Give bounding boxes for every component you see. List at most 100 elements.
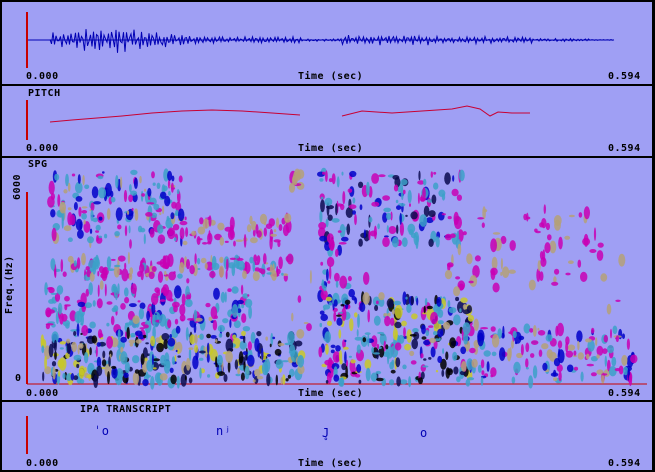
spectrogram-energy-blob	[423, 305, 426, 314]
spectrogram-energy-blob	[403, 327, 406, 337]
spectrogram-energy-blob	[545, 334, 553, 342]
spectrogram-energy-blob	[383, 313, 388, 317]
spectrogram-energy-blob	[175, 325, 181, 334]
spectrogram-energy-blob	[490, 269, 496, 281]
ipa-symbol-3[interactable]: J̥	[322, 427, 330, 439]
spectrogram-energy-blob	[162, 185, 168, 192]
ipa-symbol-2[interactable]: nʲ	[216, 425, 231, 437]
spectrogram-energy-blob	[247, 354, 255, 367]
spectrogram-energy-blob	[481, 370, 485, 375]
spectrogram-energy-blob	[481, 222, 485, 228]
spectrogram-energy-blob	[614, 368, 621, 372]
pitch-panel[interactable]: PITCH 0.000 Time (sec) 0.594	[2, 86, 652, 156]
spectrogram-energy-blob	[246, 224, 252, 233]
spectrogram-energy-blob	[259, 213, 268, 225]
spectrogram-energy-blob	[338, 350, 343, 363]
spectrogram-energy-blob	[199, 333, 204, 340]
spectrogram-energy-blob	[409, 334, 417, 337]
spectrogram-energy-blob	[326, 268, 329, 281]
waveform-time-start: 0.000	[26, 71, 59, 82]
spectrogram-energy-blob	[111, 365, 117, 369]
spectrogram-energy-blob	[433, 171, 437, 175]
spectrogram-energy-blob	[170, 374, 177, 385]
spectrogram-energy-blob	[407, 189, 412, 204]
spectrogram-energy-blob	[219, 236, 225, 246]
spectrogram-energy-blob	[186, 259, 190, 270]
ipa-symbol-1[interactable]: ˈo	[94, 425, 109, 437]
spectrogram-energy-blob	[368, 216, 373, 223]
spectrogram-energy-blob	[97, 175, 104, 180]
spectrogram-energy-blob	[567, 344, 576, 351]
spectrogram-energy-blob	[431, 194, 437, 205]
spectrogram-energy-blob	[249, 215, 253, 225]
spectrogram-energy-blob	[542, 362, 548, 371]
spectrogram-energy-blob	[263, 227, 267, 237]
spectrogram-energy-blob	[319, 310, 325, 315]
spectrogram-energy-blob	[256, 230, 262, 238]
spectrogram-energy-blob	[174, 285, 182, 299]
spectrogram-energy-blob	[218, 333, 223, 338]
spectrogram-panel[interactable]: SPG 6000 Freq.(Hz) 0 0.000 Time (sec) 0.…	[2, 158, 652, 400]
spectrogram-energy-blob	[371, 346, 374, 354]
spectrogram-energy-blob	[242, 326, 251, 332]
spectrogram-energy-blob	[159, 314, 167, 327]
spectrogram-energy-blob	[446, 262, 454, 268]
spectrogram-energy-blob	[346, 223, 351, 236]
spectrogram-energy-blob	[106, 301, 113, 305]
spectrogram-energy-blob	[606, 303, 612, 315]
spectrogram-energy-blob	[256, 375, 264, 380]
spectrogram-energy-blob	[188, 347, 194, 350]
spectrogram-energy-blob	[199, 217, 204, 225]
spectrogram-energy-blob	[325, 170, 328, 182]
spectrogram-energy-blob	[443, 321, 450, 330]
spectrogram-energy-blob	[328, 302, 333, 306]
spectrogram-energy-blob	[159, 212, 162, 216]
spectrogram-energy-blob	[615, 299, 621, 302]
spectrogram-energy-blob	[492, 282, 500, 293]
spectrogram-energy-blob	[399, 379, 408, 385]
spectrogram-energy-blob	[179, 304, 186, 316]
spectrogram-energy-blob	[92, 300, 96, 307]
spectrogram-energy-blob	[231, 304, 239, 318]
spectrogram-energy-blob	[237, 367, 241, 375]
spectrogram-energy-blob	[596, 354, 600, 359]
spectrogram-energy-blob	[151, 171, 155, 179]
spectrogram-energy-blob	[267, 354, 271, 357]
spectrogram-energy-blob	[309, 270, 312, 284]
spectrogram-energy-blob	[96, 235, 99, 242]
spectrogram-energy-blob	[276, 268, 281, 275]
spectrogram-energy-blob	[206, 333, 212, 339]
spectrogram-energy-blob	[459, 308, 462, 313]
spectrogram-energy-blob	[394, 342, 402, 351]
spectrogram-energy-blob	[73, 260, 77, 267]
spectrogram-energy-blob	[177, 355, 181, 358]
spectrogram-energy-blob	[339, 311, 343, 314]
spectrogram-energy-blob	[411, 313, 418, 320]
spectrogram-energy-blob	[409, 203, 411, 207]
spectrogram-energy-blob	[167, 319, 172, 329]
spectrogram-energy-blob	[70, 373, 75, 381]
spectrogram-energy-blob	[471, 358, 478, 368]
ipa-panel[interactable]: IPA TRANSCRIPT ˈo nʲ J̥ o 0.000 Time (se…	[2, 402, 652, 470]
ipa-symbol-4[interactable]: o	[420, 427, 428, 439]
spectrogram-energy-blob	[338, 329, 342, 339]
spectrogram-energy-blob	[124, 225, 128, 237]
spectrogram-energy-blob	[444, 269, 453, 280]
spectrogram-energy-blob	[54, 173, 60, 181]
spectrogram-energy-blob	[343, 346, 349, 350]
spectrogram-energy-blob	[106, 322, 110, 327]
spectrogram-energy-blob	[568, 214, 575, 218]
waveform-panel[interactable]: 0.000 Time (sec) 0.594	[2, 2, 652, 84]
spectrogram-energy-blob	[421, 336, 427, 340]
spectrogram-energy-blob	[64, 295, 70, 302]
spectrogram-energy-blob	[306, 323, 312, 332]
spectrogram-energy-blob	[366, 181, 370, 196]
spectrogram-energy-blob	[168, 191, 171, 196]
spectrogram-energy-blob	[422, 187, 426, 200]
spectrogram-energy-blob	[480, 327, 489, 330]
spectrogram-energy-blob	[483, 350, 491, 357]
waveform-time-end: 0.594	[608, 71, 641, 82]
spectrogram-energy-blob	[77, 344, 80, 355]
spectrogram-energy-blob	[338, 242, 347, 245]
spectrogram-energy-blob	[247, 341, 252, 351]
